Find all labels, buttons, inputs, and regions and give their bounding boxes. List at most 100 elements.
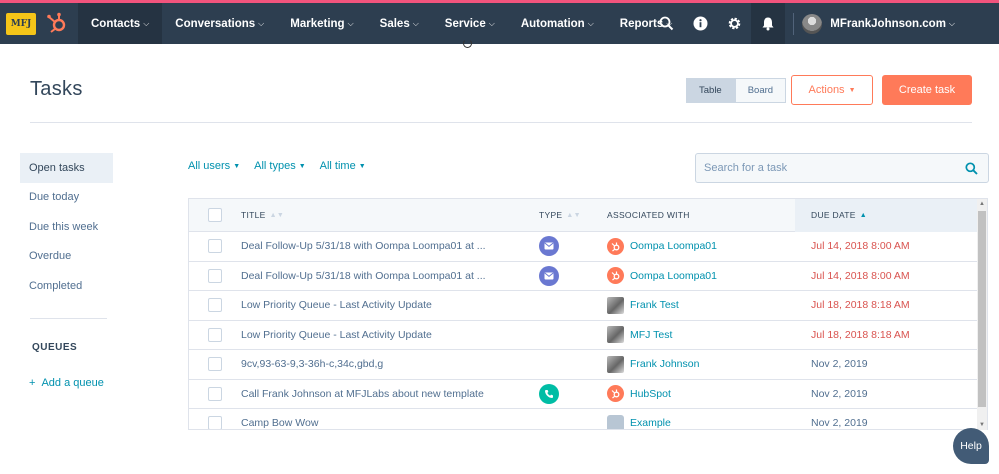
help-button[interactable]: Help bbox=[953, 428, 989, 464]
nav-divider bbox=[793, 12, 795, 35]
gear-icon[interactable] bbox=[717, 3, 751, 44]
associated-record-link[interactable]: Frank Test bbox=[607, 296, 679, 314]
row-checkbox[interactable] bbox=[208, 386, 222, 401]
caret-down-icon: ▼ bbox=[298, 162, 306, 170]
row-checkbox[interactable] bbox=[208, 327, 222, 342]
mfj-logo[interactable]: MFJ bbox=[6, 13, 36, 35]
board-view-button[interactable]: Board bbox=[734, 78, 787, 103]
create-task-button[interactable]: Create task bbox=[882, 75, 972, 105]
users-filter[interactable]: All users ▼ bbox=[188, 160, 240, 172]
task-title[interactable]: Call Frank Johnson at MFJLabs about new … bbox=[241, 388, 484, 400]
hubspot-icon bbox=[607, 385, 624, 403]
account-menu[interactable]: MFrankJohnson.com ⌵ bbox=[830, 18, 955, 30]
search-icon[interactable] bbox=[649, 3, 683, 44]
add-queue-link[interactable]: + Add a queue bbox=[29, 377, 104, 389]
search-input[interactable] bbox=[696, 154, 956, 182]
scroll-down-icon[interactable]: ▼ bbox=[979, 422, 985, 428]
nav-conversations[interactable]: Conversations ⌵ bbox=[162, 3, 277, 44]
table-row[interactable]: 9cv,93-63-9,3-36h-c,34c,gbd,g Frank Johns… bbox=[189, 350, 987, 380]
info-icon[interactable] bbox=[683, 3, 717, 44]
task-title[interactable]: Low Priority Queue - Last Activity Updat… bbox=[241, 329, 432, 341]
page-title: Tasks bbox=[30, 78, 83, 100]
table-row[interactable]: Camp Bow Wow Example Nov 2, 2019 bbox=[189, 409, 987, 429]
task-filter-sidebar: Open tasks Due today Due this week Overd… bbox=[20, 153, 113, 301]
caret-down-icon: ▼ bbox=[358, 162, 366, 170]
contact-photo-icon bbox=[607, 355, 624, 373]
search-icon[interactable] bbox=[965, 162, 978, 175]
associated-record-link[interactable]: HubSpot bbox=[607, 385, 671, 403]
sidebar-item-overdue[interactable]: Overdue bbox=[20, 242, 113, 272]
table-header: TITLE ▲▼ TYPE ▲▼ ASSOCIATED WITH DUE DATE ▲ bbox=[189, 199, 987, 232]
hubspot-logo-icon[interactable] bbox=[46, 12, 68, 34]
sort-ascending-icon: ▲ bbox=[859, 211, 867, 219]
scroll-thumb[interactable] bbox=[978, 211, 986, 407]
due-date: Nov 2, 2019 bbox=[811, 358, 868, 371]
hubspot-icon bbox=[607, 267, 624, 285]
table-row[interactable]: Deal Follow-Up 5/31/18 with Oompa Loompa… bbox=[189, 262, 987, 291]
task-title[interactable]: Low Priority Queue - Last Activity Updat… bbox=[241, 299, 432, 311]
tasks-table: TITLE ▲▼ TYPE ▲▼ ASSOCIATED WITH DUE DATE ▲… bbox=[188, 198, 988, 430]
column-due-date[interactable]: DUE DATE ▲ bbox=[811, 210, 867, 220]
sidebar-item-completed[interactable]: Completed bbox=[20, 271, 113, 301]
nav-marketing[interactable]: Marketing ⌵ bbox=[277, 3, 366, 44]
due-date: Jul 18, 2018 8:18 AM bbox=[811, 328, 910, 341]
sort-icon: ▲▼ bbox=[566, 211, 581, 219]
top-nav: MFJ Contacts ⌵ Conversations ⌵ Marketing ⌵ … bbox=[0, 0, 999, 44]
nav-automation[interactable]: Automation ⌵ bbox=[508, 3, 607, 44]
table-row[interactable]: Low Priority Queue - Last Activity Updat… bbox=[189, 321, 987, 350]
select-all-checkbox[interactable] bbox=[208, 208, 222, 222]
task-title[interactable]: 9cv,93-63-9,3-36h-c,34c,gbd,g bbox=[241, 358, 383, 370]
call-icon bbox=[539, 383, 559, 404]
table-row[interactable]: Call Frank Johnson at MFJLabs about new … bbox=[189, 380, 987, 409]
table-scrollbar[interactable]: ▲ ▼ bbox=[977, 199, 987, 430]
row-checkbox[interactable] bbox=[208, 239, 222, 254]
contact-photo-icon bbox=[607, 296, 624, 314]
nav-contacts[interactable]: Contacts ⌵ bbox=[78, 3, 163, 44]
associated-record-link[interactable]: Oompa Loompa01 bbox=[607, 267, 717, 285]
table-row[interactable]: Low Priority Queue - Last Activity Updat… bbox=[189, 291, 987, 321]
sidebar-item-due-this-week[interactable]: Due this week bbox=[20, 212, 113, 242]
caret-down-icon: ▼ bbox=[848, 86, 856, 94]
due-date: Jul 14, 2018 8:00 AM bbox=[811, 269, 910, 282]
task-title[interactable]: Deal Follow-Up 5/31/18 with Oompa Loompa… bbox=[241, 240, 486, 252]
due-date: Nov 2, 2019 bbox=[811, 387, 868, 400]
task-title[interactable]: Deal Follow-Up 5/31/18 with Oompa Loompa… bbox=[241, 270, 486, 282]
chevron-down-icon: ⌵ bbox=[488, 18, 495, 28]
column-type[interactable]: TYPE ▲▼ bbox=[539, 210, 581, 220]
sidebar-divider bbox=[30, 318, 107, 319]
sidebar-item-due-today[interactable]: Due today bbox=[20, 183, 113, 213]
table-view-button[interactable]: Table bbox=[686, 78, 735, 103]
email-icon bbox=[539, 265, 559, 286]
time-filter[interactable]: All time ▼ bbox=[320, 160, 366, 172]
table-row[interactable]: Deal Follow-Up 5/31/18 with Oompa Loompa… bbox=[189, 232, 987, 262]
types-filter[interactable]: All types ▼ bbox=[254, 160, 306, 172]
nav-sales[interactable]: Sales ⌵ bbox=[367, 3, 432, 44]
sidebar-item-open-tasks[interactable]: Open tasks bbox=[20, 153, 113, 183]
main-nav: Contacts ⌵ Conversations ⌵ Marketing ⌵ Sale… bbox=[78, 3, 685, 44]
actions-button[interactable]: Actions ▼ bbox=[791, 75, 873, 105]
task-search bbox=[695, 153, 989, 183]
task-title[interactable]: Camp Bow Wow bbox=[241, 417, 318, 429]
row-checkbox[interactable] bbox=[208, 357, 222, 372]
bell-icon[interactable] bbox=[751, 3, 786, 44]
associated-record-link[interactable]: Frank Johnson bbox=[607, 355, 699, 373]
scroll-up-icon[interactable]: ▲ bbox=[979, 201, 985, 207]
table-body: Deal Follow-Up 5/31/18 with Oompa Loompa… bbox=[189, 232, 987, 429]
avatar[interactable] bbox=[802, 13, 823, 34]
chevron-down-icon: ⌵ bbox=[412, 18, 419, 28]
row-checkbox[interactable] bbox=[208, 268, 222, 283]
plus-icon: + bbox=[29, 377, 36, 389]
associated-record-link[interactable]: Example bbox=[607, 414, 671, 429]
chevron-down-icon: ⌵ bbox=[347, 18, 354, 28]
column-title[interactable]: TITLE ▲▼ bbox=[241, 210, 284, 220]
due-date: Jul 18, 2018 8:18 AM bbox=[811, 299, 910, 312]
header-divider bbox=[30, 122, 972, 123]
chevron-down-icon: ⌵ bbox=[948, 18, 955, 28]
column-associated: ASSOCIATED WITH bbox=[607, 210, 690, 220]
associated-record-link[interactable]: Oompa Loompa01 bbox=[607, 237, 717, 255]
associated-record-link[interactable]: MFJ Test bbox=[607, 326, 672, 344]
row-checkbox[interactable] bbox=[208, 416, 222, 429]
email-icon bbox=[539, 236, 559, 257]
row-checkbox[interactable] bbox=[208, 298, 222, 313]
nav-service[interactable]: Service ⌵ bbox=[432, 3, 508, 44]
